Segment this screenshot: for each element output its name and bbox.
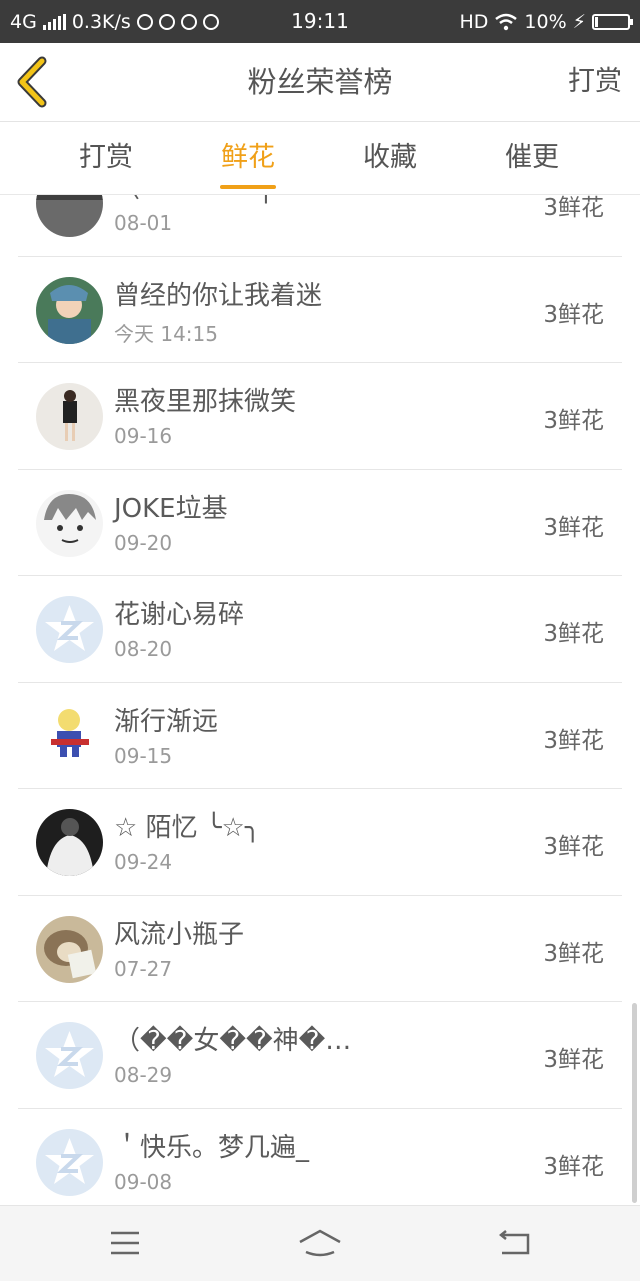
- fan-name: JOKE垃基: [114, 493, 228, 524]
- fan-date: 今天 14:15: [114, 321, 218, 346]
- app-header: 粉丝荣誉榜 打赏: [0, 43, 640, 122]
- avatar[interactable]: [36, 276, 103, 344]
- status-right: HD 10% ⚡: [459, 0, 633, 43]
- reward-button[interactable]: 打赏: [568, 43, 622, 121]
- battery-percent: 10%: [524, 10, 567, 33]
- home-button[interactable]: [290, 1218, 350, 1268]
- list-item[interactable]: （��女��神�… 08-29 3鲜花: [18, 1002, 622, 1109]
- fan-list[interactable]: 〈 ‒ ⁘ ‒ ∽ ╮ ∽08-013鲜花曾经的你让我着迷今天 14:153鲜花…: [0, 195, 640, 1205]
- menu-icon: [111, 1231, 139, 1255]
- tab-label: 收藏: [363, 142, 417, 173]
- battery-icon: [592, 13, 633, 30]
- tab-label: 鲜花: [221, 142, 275, 173]
- system-navbar: [0, 1205, 640, 1281]
- fan-name: 黑夜里那抹微笑: [114, 387, 297, 417]
- home-icon: [299, 1229, 341, 1257]
- fan-name: （��女��神�…: [114, 1026, 352, 1056]
- flower-count: 3鲜花: [543, 1153, 604, 1180]
- fan-date: 08-01: [114, 211, 173, 235]
- avatar[interactable]: [36, 383, 103, 450]
- wifi-icon: [495, 13, 518, 30]
- list-item[interactable]: JOKE垃基 09-20 3鲜花: [18, 470, 622, 576]
- tab-active-indicator: [220, 185, 276, 189]
- fan-name: 曾经的你让我着迷: [114, 280, 323, 311]
- back-icon: [498, 1230, 530, 1255]
- avatar[interactable]: [36, 1022, 103, 1089]
- back-nav-button[interactable]: [485, 1218, 545, 1268]
- tab-flowers[interactable]: 鲜花: [178, 122, 318, 194]
- flower-count: 3鲜花: [543, 621, 604, 647]
- list-item[interactable]: 曾经的你让我着迷今天 14:15 3鲜花: [18, 257, 622, 363]
- flower-count: 3鲜花: [543, 514, 604, 541]
- list-item[interactable]: ☆ 陌忆 ╰☆╮ 09-24 3鲜花: [18, 789, 622, 896]
- fan-date: 09-20: [114, 530, 173, 555]
- avatar[interactable]: [36, 195, 103, 237]
- tab-bar: 打赏 鲜花 收藏 催更: [0, 122, 640, 195]
- fan-date: 09-15: [114, 743, 173, 768]
- flower-count: 3鲜花: [543, 195, 604, 221]
- avatar[interactable]: [36, 489, 103, 557]
- flower-count: 3鲜花: [543, 1047, 604, 1073]
- list-item[interactable]: 风流小瓶子 07-27 3鲜花: [18, 896, 622, 1002]
- tab-label: 打赏: [79, 142, 133, 173]
- avatar[interactable]: [36, 702, 103, 770]
- hd-label: HD: [459, 10, 489, 33]
- fan-name: 〈 ‒ ⁘ ‒ ∽ ╮ ∽: [114, 195, 304, 205]
- tab-urge[interactable]: 催更: [462, 122, 602, 194]
- flower-count: 3鲜花: [543, 301, 604, 328]
- fan-date: 07-27: [114, 956, 173, 981]
- menu-button[interactable]: [95, 1218, 155, 1268]
- fan-name: ☆ 陌忆 ╰☆╮: [114, 813, 261, 843]
- avatar[interactable]: [36, 1128, 103, 1196]
- fan-name: 花谢心易碎: [114, 600, 245, 630]
- fan-date: 09-24: [114, 850, 173, 874]
- flower-count: 3鲜花: [543, 834, 604, 860]
- page-title: 粉丝荣誉榜: [247, 65, 393, 99]
- fan-name: 渐行渐远: [114, 706, 219, 737]
- list-item[interactable]: 〈 ‒ ⁘ ‒ ∽ ╮ ∽ 08-01 3鲜花: [18, 195, 622, 257]
- charging-icon: ⚡: [572, 10, 586, 33]
- flower-count: 3鲜花: [543, 408, 604, 434]
- fan-date: 08-20: [114, 637, 173, 661]
- avatar[interactable]: [36, 915, 103, 983]
- fan-name: 风流小瓶子: [114, 919, 245, 950]
- list-item[interactable]: ＇快乐。梦几遍_ 09-08 3鲜花: [18, 1109, 622, 1206]
- fan-name: ＇快乐。梦几遍_: [114, 1132, 310, 1163]
- list-item[interactable]: 渐行渐远 09-15 3鲜花: [18, 683, 622, 789]
- flower-count: 3鲜花: [543, 727, 604, 754]
- avatar[interactable]: [36, 809, 103, 876]
- tab-label: 催更: [505, 142, 559, 173]
- status-bar: 4G 0.3K/s 19:11 HD 10% ⚡: [0, 0, 640, 43]
- tab-collect[interactable]: 收藏: [320, 122, 460, 194]
- fan-date: 09-16: [114, 424, 173, 448]
- fan-date: 08-29: [114, 1063, 173, 1087]
- list-item[interactable]: 黑夜里那抹微笑 09-16 3鲜花: [18, 363, 622, 470]
- tab-reward[interactable]: 打赏: [36, 122, 176, 194]
- flower-count: 3鲜花: [543, 940, 604, 967]
- scrollbar[interactable]: [632, 1003, 637, 1203]
- fan-date: 09-08: [114, 1169, 173, 1194]
- battery-level: [595, 16, 599, 27]
- list-item[interactable]: 花谢心易碎 08-20 3鲜花: [18, 576, 622, 683]
- avatar[interactable]: [36, 596, 103, 663]
- fan-rows: 〈 ‒ ⁘ ‒ ∽ ╮ ∽08-013鲜花曾经的你让我着迷今天 14:153鲜花…: [0, 195, 640, 1205]
